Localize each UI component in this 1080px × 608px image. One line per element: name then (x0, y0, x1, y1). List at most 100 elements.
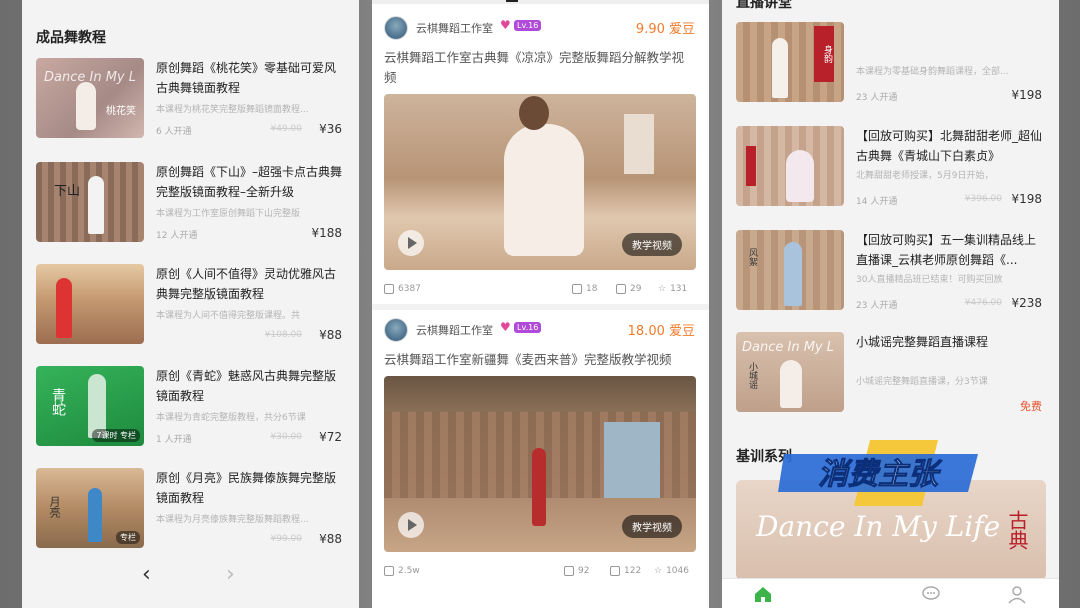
course-title[interactable]: 小城谣完整舞蹈直播课程 (856, 332, 1042, 352)
svg-text:消费主张: 消费主张 (818, 457, 943, 492)
course-item[interactable]: 风絮 【回放可购买】五一集训精品线上直播课_云棋老师原创舞蹈《... 30人直播… (736, 230, 1046, 314)
original-price: ¥108.00 (264, 330, 302, 340)
video-tag: 教学视频 (622, 233, 682, 256)
course-desc: 本课程为桃花笑完整版舞蹈镜面教程... (156, 105, 309, 115)
course-thumbnail[interactable]: 月亮 专栏 (36, 468, 144, 548)
course-thumbnail[interactable]: 风絮 (736, 230, 844, 310)
enroll-count: 14 人开通 (856, 197, 898, 207)
comment-icon (572, 284, 582, 294)
course-desc: 本课程为工作室原创舞蹈下山完整版 (156, 209, 301, 219)
heart-icon: ♥ (500, 18, 511, 32)
author-avatar[interactable] (384, 16, 408, 40)
favorite-button[interactable]: ☆ 1046 (654, 566, 689, 576)
views-stat: 2.5w (384, 566, 420, 576)
video-thumbnail[interactable]: 教学视频 (384, 94, 696, 270)
original-price: ¥99.00 (270, 534, 303, 544)
price: ¥188 (311, 226, 342, 240)
profile-icon[interactable] (1006, 583, 1028, 605)
pager-prev-button[interactable]: ‹ (142, 562, 151, 587)
enroll-count: 12 人开通 (156, 231, 198, 241)
post-caption[interactable]: 云棋舞蹈工作室新疆舞《麦西来普》完整版教学视频 (384, 350, 696, 370)
favorite-button[interactable]: ☆ 131 (658, 284, 687, 294)
play-icon[interactable] (398, 512, 424, 538)
author-name[interactable]: 云棋舞蹈工作室 (416, 20, 493, 36)
dancer-figure (88, 488, 102, 542)
price: ¥238 (1011, 296, 1042, 310)
course-title[interactable]: 原创舞蹈《下山》–超强卡点古典舞完整版镜面教程–全新升级 (156, 162, 342, 202)
video-thumbnail[interactable]: 教学视频 (384, 376, 696, 552)
course-thumbnail[interactable] (736, 126, 844, 206)
course-thumbnail[interactable]: 下山 (36, 162, 144, 242)
play-icon[interactable] (398, 230, 424, 256)
author-name[interactable]: 云棋舞蹈工作室 (416, 322, 493, 338)
course-title[interactable]: 原创《月亮》民族舞傣族舞完整版镜面教程 (156, 468, 342, 508)
phone-screen-right: 直播讲堂 身韵 本课程为零基础身韵舞蹈课程，全部... 23 人开通 ¥198 … (722, 0, 1059, 608)
enroll-count: 6 人开通 (156, 127, 192, 137)
post-price: 9.90 爱豆 (635, 22, 695, 37)
original-price: ¥476.00 (964, 298, 1002, 308)
author-avatar[interactable] (384, 318, 408, 342)
thumbs-up-icon (610, 566, 620, 576)
phone-screen-middle: 云棋舞蹈工作室 ♥ Lv.16 9.90 爱豆 云棋舞蹈工作室古典舞《凉凉》完整… (372, 0, 709, 608)
course-thumbnail[interactable]: 青蛇 7课时 专栏 (36, 366, 144, 446)
course-title[interactable]: 【回放可购买】北舞甜甜老师_超仙古典舞《青城山下白素贞》 (856, 126, 1042, 166)
dancer-figure (504, 124, 584, 256)
course-title[interactable]: 原创舞蹈《桃花笑》零基础可爱风古典舞镜面教程 (156, 58, 342, 98)
dancer-figure (780, 360, 802, 408)
course-item[interactable]: 月亮 专栏 原创《月亮》民族舞傣族舞完整版镜面教程 本课程为月亮傣族舞完整版舞蹈… (36, 468, 346, 550)
top-tab-strip (372, 0, 709, 4)
course-desc: 本课程为零基础身韵舞蹈课程，全部... (856, 67, 1009, 77)
dancer-figure (88, 176, 104, 234)
views-icon (384, 566, 394, 576)
course-item[interactable]: Dance In My L 桃花笑 原创舞蹈《桃花笑》零基础可爱风古典舞镜面教程… (36, 58, 346, 140)
level-badge: Lv.16 (514, 20, 542, 31)
watermark-logo: 消费主张 (778, 440, 988, 506)
comment-button[interactable]: 92 (564, 566, 589, 576)
like-button[interactable]: 29 (616, 284, 641, 294)
course-item[interactable]: 身韵 本课程为零基础身韵舞蹈课程，全部... 23 人开通 ¥198 (736, 22, 1046, 106)
course-item[interactable]: Dance In My L 小城谣 小城谣完整舞蹈直播课程 小城谣完整舞蹈直播课… (736, 332, 1046, 416)
course-desc: 本课程为月亮傣族舞完整版舞蹈教程... (156, 515, 309, 525)
post-price: 18.00 爱豆 (627, 324, 695, 339)
dancer-figure (76, 82, 96, 130)
course-thumbnail[interactable]: Dance In My L 桃花笑 (36, 58, 144, 138)
course-item[interactable]: 原创《人间不值得》灵动优雅风古典舞完整版镜面教程 本课程为人间不值得完整版课程。… (36, 264, 346, 346)
original-price: ¥396.00 (964, 194, 1002, 204)
phone-screen-left: 成品舞教程 Dance In My L 桃花笑 原创舞蹈《桃花笑》零基础可爱风古… (22, 0, 359, 608)
home-icon[interactable] (752, 583, 774, 605)
original-price: ¥49.00 (270, 124, 303, 134)
feed-post[interactable]: 云棋舞蹈工作室 ♥ Lv.16 18.00 爱豆 云棋舞蹈工作室新疆舞《麦西来普… (372, 318, 709, 588)
course-item[interactable]: 青蛇 7课时 专栏 原创《青蛇》魅惑风古典舞完整版镜面教程 本课程为青蛇完整版教… (36, 366, 346, 448)
like-button[interactable]: 122 (610, 566, 641, 576)
course-thumbnail[interactable] (36, 264, 144, 344)
dancer-figure (784, 242, 802, 306)
price: ¥36 (319, 122, 342, 136)
course-title[interactable]: 原创《青蛇》魅惑风古典舞完整版镜面教程 (156, 366, 342, 406)
dancer-figure (56, 278, 72, 338)
price: ¥198 (1011, 88, 1042, 102)
course-item[interactable]: 【回放可购买】北舞甜甜老师_超仙古典舞《青城山下白素贞》 北舞甜甜老师授课，5月… (736, 126, 1046, 210)
divider (372, 304, 709, 310)
views-stat: 6387 (384, 284, 421, 294)
post-stats: 6387 18 29 ☆ 131 (384, 284, 696, 300)
heart-icon: ♥ (500, 320, 511, 334)
comment-icon (564, 566, 574, 576)
enroll-count: 23 人开通 (856, 93, 898, 103)
pager-next-button[interactable]: › (226, 562, 235, 587)
bottom-nav (722, 578, 1059, 608)
comment-button[interactable]: 18 (572, 284, 597, 294)
original-price: ¥30.00 (270, 432, 303, 442)
course-title[interactable]: 【回放可购买】五一集训精品线上直播课_云棋老师原创舞蹈《... (856, 230, 1042, 270)
post-caption[interactable]: 云棋舞蹈工作室古典舞《凉凉》完整版舞蹈分解教学视频 (384, 48, 696, 88)
course-thumbnail[interactable]: Dance In My L 小城谣 (736, 332, 844, 412)
feed-post[interactable]: 云棋舞蹈工作室 ♥ Lv.16 9.90 爱豆 云棋舞蹈工作室古典舞《凉凉》完整… (372, 16, 709, 306)
post-stats: 2.5w 92 122 ☆ 1046 (384, 566, 696, 582)
section-title: 成品舞教程 (36, 30, 106, 46)
course-title[interactable]: 原创《人间不值得》灵动优雅风古典舞完整版镜面教程 (156, 264, 342, 304)
course-thumbnail[interactable]: 身韵 (736, 22, 844, 102)
video-tag: 教学视频 (622, 515, 682, 538)
message-icon[interactable] (920, 583, 942, 605)
course-item[interactable]: 下山 原创舞蹈《下山》–超强卡点古典舞完整版镜面教程–全新升级 本课程为工作室原… (36, 162, 346, 244)
dancer-figure (772, 38, 788, 98)
active-tab-indicator (506, 0, 518, 2)
